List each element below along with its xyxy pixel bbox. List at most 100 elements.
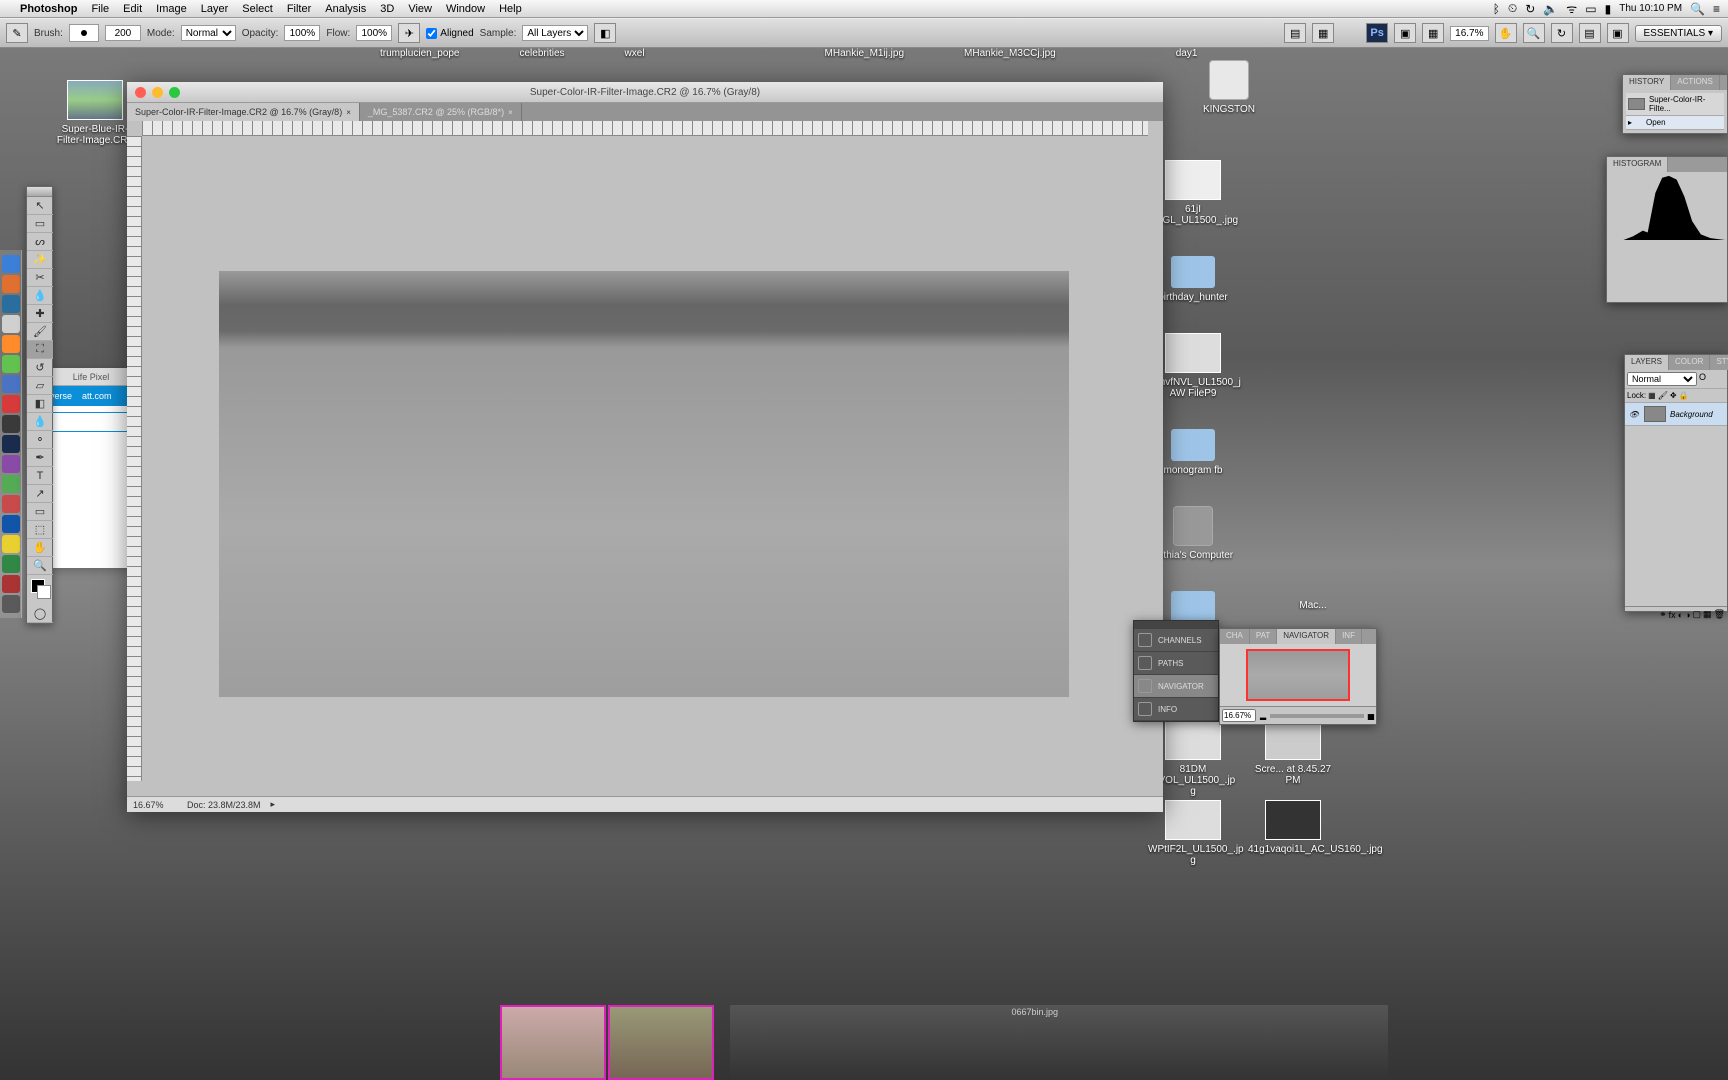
menu-file[interactable]: File — [91, 3, 109, 15]
display-icon[interactable]: ▭ — [1585, 2, 1596, 16]
desktop-file[interactable]: Scre... at 8.45.27 PM — [1248, 720, 1338, 786]
arrange-docs-icon[interactable]: ▤ — [1579, 23, 1601, 43]
document-tab-active[interactable]: Super-Color-IR-Filter-Image.CR2 @ 16.7% … — [127, 103, 360, 121]
dock-app-icon[interactable] — [2, 575, 20, 593]
dock-app-icon[interactable] — [2, 275, 20, 293]
move-tool-icon[interactable]: ↖ — [27, 197, 53, 215]
type-tool-icon[interactable]: T — [27, 467, 53, 485]
thumbnail[interactable] — [500, 1005, 606, 1080]
battery-icon[interactable]: ▮ — [1605, 2, 1612, 16]
screen-mode-icon[interactable]: ▣ — [1394, 23, 1416, 43]
tab-history[interactable]: HISTORY — [1623, 75, 1671, 90]
aligned-checkbox[interactable]: Aligned — [426, 28, 473, 39]
blend-mode-select[interactable]: Normal — [1627, 372, 1697, 386]
zoom-tool-icon[interactable]: 🔍 — [1523, 23, 1545, 43]
panel-grip[interactable] — [1134, 621, 1218, 629]
layer-background[interactable]: 👁 Background — [1625, 403, 1727, 426]
window-titlebar[interactable]: Super-Color-IR-Filter-Image.CR2 @ 16.7% … — [127, 82, 1163, 103]
tab-navigator[interactable]: NAVIGATOR — [1277, 629, 1336, 644]
panel-grip[interactable] — [27, 187, 52, 197]
clone-stamp-tool-icon[interactable]: ⛶ — [27, 341, 53, 359]
lock-all-icon[interactable]: 🔒 — [1679, 391, 1689, 400]
menu-analysis[interactable]: Analysis — [325, 3, 366, 15]
paths-collapsed[interactable]: PATHS — [1134, 652, 1218, 675]
lock-trans-icon[interactable]: ▦ — [1648, 391, 1656, 400]
wand-tool-icon[interactable]: ✨ — [27, 251, 53, 269]
tab-histogram[interactable]: HISTOGRAM — [1607, 157, 1668, 172]
quick-mask-icon[interactable]: ◯ — [27, 605, 53, 623]
dock-app-icon[interactable] — [2, 475, 20, 493]
lasso-tool-icon[interactable]: ᔕ — [27, 233, 53, 251]
menu-filter[interactable]: Filter — [287, 3, 311, 15]
info-collapsed[interactable]: INFO — [1134, 698, 1218, 721]
fx-icon[interactable]: fx — [1669, 610, 1676, 620]
spotlight-icon[interactable]: 🔍 — [1690, 2, 1705, 16]
menu-edit[interactable]: Edit — [123, 3, 142, 15]
channels-collapsed[interactable]: CHANNELS — [1134, 629, 1218, 652]
close-tab-icon[interactable]: × — [508, 108, 513, 117]
gradient-tool-icon[interactable]: ◧ — [27, 395, 53, 413]
dock-app-icon[interactable] — [2, 515, 20, 533]
browser-tab-title[interactable]: Life Pixel — [73, 372, 110, 382]
ps-icon[interactable]: Ps — [1366, 23, 1388, 43]
tab-info-short[interactable]: INF — [1336, 629, 1362, 644]
dock-app-icon[interactable] — [2, 535, 20, 553]
tab-paths-short[interactable]: PAT — [1250, 629, 1277, 644]
volume-icon[interactable]: 🔈 — [1543, 2, 1558, 16]
mask-icon[interactable]: ◐ — [1678, 610, 1683, 620]
tab-color[interactable]: COLOR — [1669, 355, 1710, 370]
mini-bridge-icon[interactable]: ▦ — [1312, 23, 1334, 43]
fg-bg-colors[interactable] — [27, 575, 52, 605]
bluetooth-icon[interactable]: ᛒ — [1493, 2, 1500, 16]
browser-tab[interactable]: verse — [50, 391, 72, 401]
menu-3d[interactable]: 3D — [380, 3, 394, 15]
dodge-tool-icon[interactable]: ⚬ — [27, 431, 53, 449]
navigator-view[interactable] — [1220, 644, 1376, 706]
close-button[interactable] — [135, 87, 146, 98]
timemachine-icon[interactable]: ⏲ — [1508, 1, 1517, 16]
dock-safari-icon[interactable] — [2, 295, 20, 313]
launch-bridge-icon[interactable]: ▤ — [1284, 23, 1306, 43]
3d-tool-icon[interactable]: ⬚ — [27, 521, 53, 539]
dock-finder-icon[interactable] — [2, 255, 20, 273]
desktop-file-label[interactable]: 0667bin.jpg — [1011, 1007, 1058, 1017]
opacity-field[interactable] — [284, 25, 320, 41]
crop-tool-icon[interactable]: ✂ — [27, 269, 53, 287]
tool-preset-icon[interactable]: ✎ — [6, 23, 28, 43]
pen-tool-icon[interactable]: ✒ — [27, 449, 53, 467]
visibility-icon[interactable]: 👁 — [1628, 410, 1640, 419]
flow-field[interactable] — [356, 25, 392, 41]
ignore-adj-icon[interactable]: ◧ — [594, 23, 616, 43]
dock-mail-icon[interactable] — [2, 315, 20, 333]
healing-tool-icon[interactable]: ✚ — [27, 305, 53, 323]
sample-select[interactable]: All Layers — [522, 25, 588, 41]
menu-window[interactable]: Window — [446, 3, 485, 15]
zoom-in-icon[interactable]: ▅ — [1368, 711, 1374, 720]
thumbnail[interactable] — [608, 1005, 714, 1080]
dock-photoshop-icon[interactable] — [2, 435, 20, 453]
dock-app-icon[interactable] — [2, 555, 20, 573]
desktop-file[interactable]: MHankie_M3CCj.jpg — [964, 48, 1056, 74]
menu-layer[interactable]: Layer — [201, 3, 229, 15]
history-snapshot[interactable]: Super-Color-IR-Filte... — [1626, 93, 1724, 116]
dock-app-icon[interactable] — [2, 595, 20, 613]
tab-actions[interactable]: ACTIONS — [1671, 75, 1720, 90]
desktop-file[interactable]: trumplucien_pope — [380, 48, 460, 74]
lock-move-icon[interactable]: ✥ — [1670, 391, 1677, 400]
tab-channels-short[interactable]: CHA — [1220, 629, 1250, 644]
close-tab-icon[interactable]: × — [346, 108, 351, 117]
menu-image[interactable]: Image — [156, 3, 187, 15]
dock-app-icon[interactable] — [2, 495, 20, 513]
shape-tool-icon[interactable]: ▭ — [27, 503, 53, 521]
ruler-horizontal[interactable] — [142, 121, 1148, 136]
document-tab[interactable]: _MG_5387.CR2 @ 25% (RGB/8*)× — [360, 103, 522, 121]
desktop-file[interactable]: wxel — [625, 48, 645, 74]
browser-tab[interactable]: att.com — [82, 391, 112, 401]
app-name[interactable]: Photoshop — [20, 3, 77, 15]
rotate-view-icon[interactable]: ↻ — [1551, 23, 1573, 43]
eraser-tool-icon[interactable]: ▱ — [27, 377, 53, 395]
dock-firefox-icon[interactable] — [2, 335, 20, 353]
path-tool-icon[interactable]: ↗ — [27, 485, 53, 503]
dock-app-icon[interactable] — [2, 455, 20, 473]
desktop-drive-kingston[interactable]: KINGSTON — [1184, 60, 1274, 115]
